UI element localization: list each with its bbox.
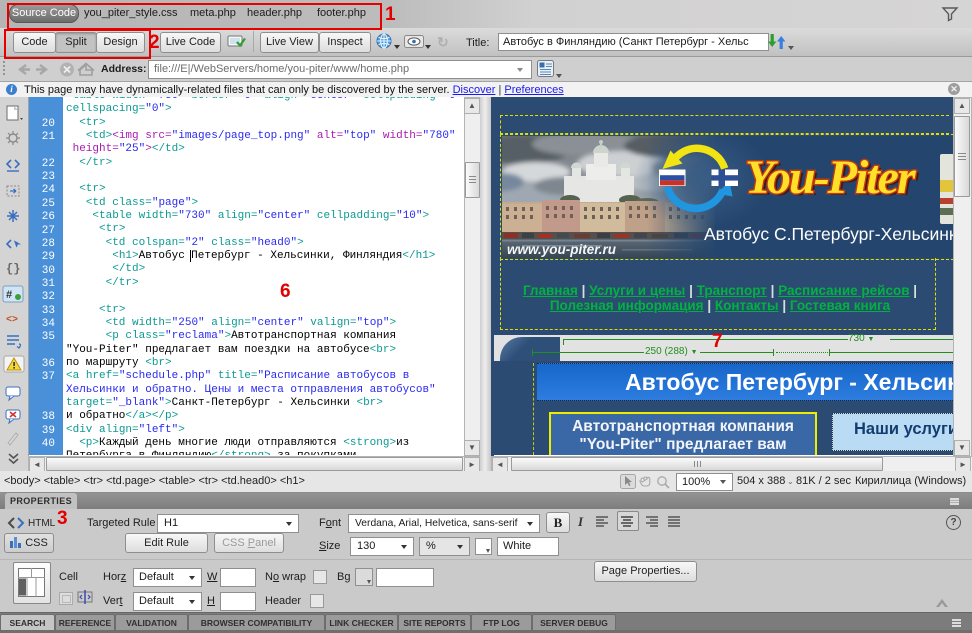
svg-text:You-Piter: You-Piter bbox=[745, 151, 917, 204]
svg-text:Автобус С.Петербург-Хельсинки: Автобус С.Петербург-Хельсинки bbox=[704, 224, 953, 244]
svg-text:<>: <> bbox=[6, 315, 18, 326]
svg-text:www.you-piter.ru: www.you-piter.ru bbox=[507, 242, 617, 257]
svg-text:{}: {} bbox=[6, 262, 20, 276]
svg-text:#: # bbox=[6, 289, 12, 301]
